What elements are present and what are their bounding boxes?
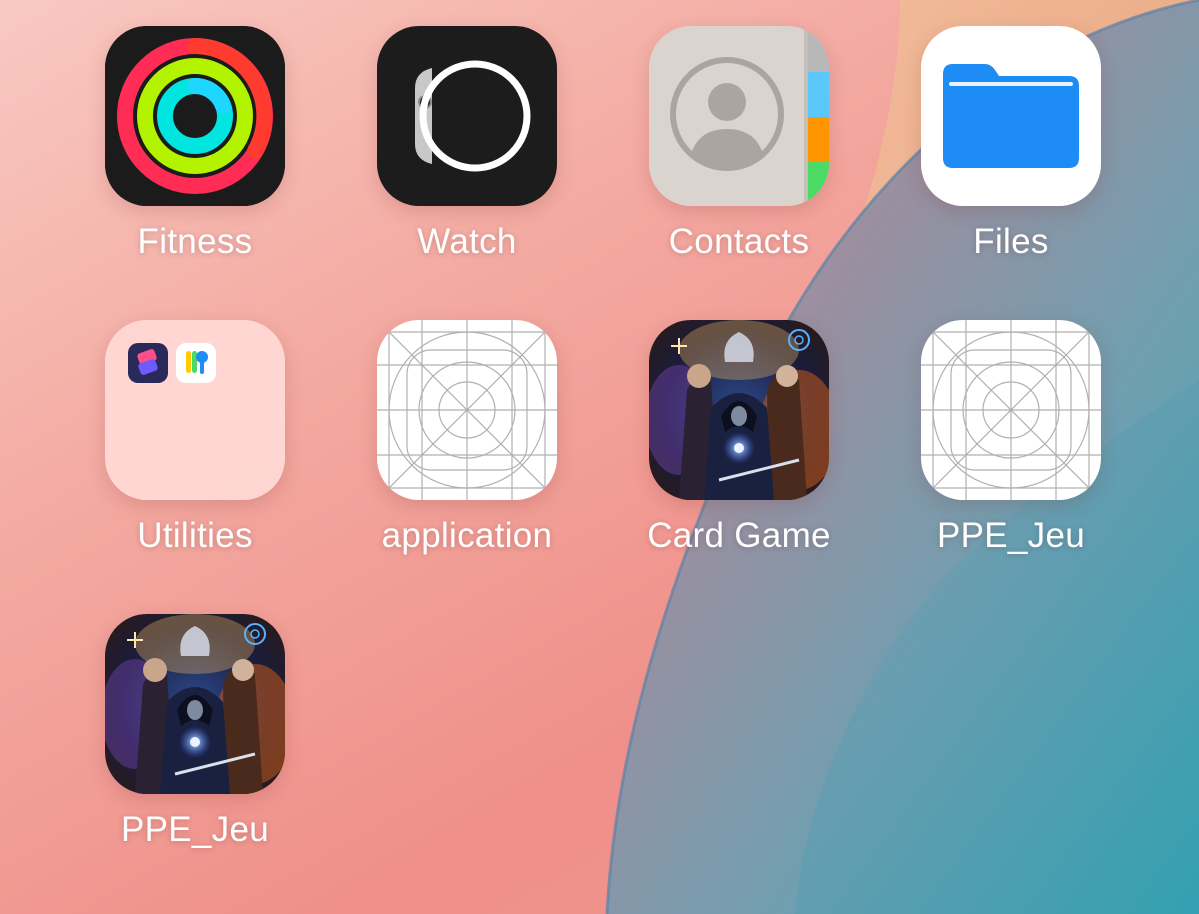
- app-card-game[interactable]: Card Game: [629, 320, 849, 580]
- app-watch[interactable]: Watch: [357, 26, 577, 286]
- contacts-icon: [649, 26, 829, 206]
- app-files[interactable]: Files: [901, 26, 1121, 286]
- placeholder-grid-icon: [921, 320, 1101, 500]
- app-fitness[interactable]: Fitness: [85, 26, 305, 286]
- folder-icon: [921, 26, 1101, 206]
- card-game-art-icon: [105, 614, 285, 794]
- app-label: PPE_Jeu: [120, 810, 270, 849]
- passwords-icon: [176, 343, 216, 383]
- watch-icon: [377, 26, 557, 206]
- app-ppe-jeu[interactable]: PPE_Jeu: [85, 614, 305, 874]
- app-grid: Fitness Watch Contacts Files Utilities a…: [0, 0, 1199, 914]
- app-label: Contacts: [668, 222, 810, 261]
- card-game-art-icon: [649, 320, 829, 500]
- folder-utilities-icon: [105, 320, 285, 500]
- app-label: Fitness: [137, 222, 253, 261]
- fitness-rings-icon: [105, 26, 285, 206]
- app-label: application: [381, 516, 553, 555]
- app-label: Card Game: [647, 516, 831, 555]
- placeholder-grid-icon: [377, 320, 557, 500]
- app-application[interactable]: application: [357, 320, 577, 580]
- app-ppe-jeu-placeholder[interactable]: PPE_Jeu: [901, 320, 1121, 580]
- app-contacts[interactable]: Contacts: [629, 26, 849, 286]
- folder-utilities[interactable]: Utilities: [85, 320, 305, 580]
- shortcuts-icon: [128, 343, 168, 383]
- app-label: PPE_Jeu: [936, 516, 1086, 555]
- app-label: Watch: [417, 222, 517, 261]
- app-label: Utilities: [137, 516, 253, 555]
- app-label: Files: [973, 222, 1049, 261]
